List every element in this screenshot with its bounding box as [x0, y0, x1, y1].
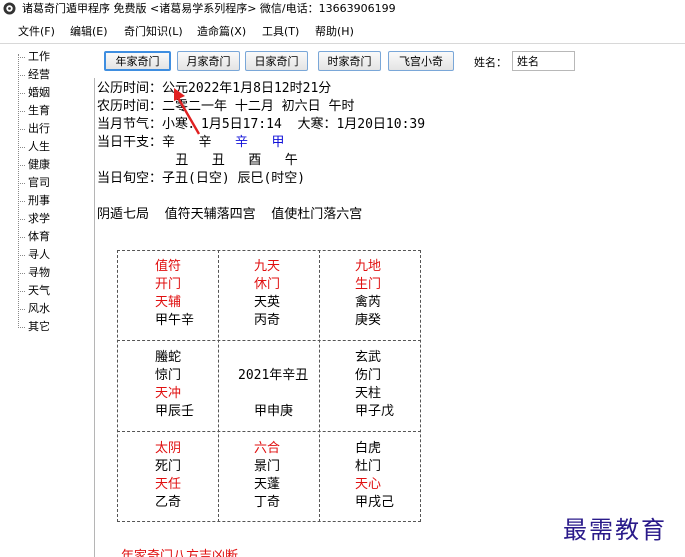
grid-border-top [117, 250, 421, 251]
window-title: 诸葛奇门遁甲程序 免费版 <诸葛易学系列程序> 微信/电话：1366390619… [22, 2, 396, 15]
palace-line: 九地 [355, 259, 382, 274]
tree-item-travel[interactable]: 出行 [18, 120, 50, 138]
palace-line: 天蓬 [254, 477, 281, 492]
palace-line: 2021年辛丑 [238, 368, 309, 383]
hour-qimen-button[interactable]: 时家奇门 [318, 51, 381, 71]
ganzhi-label: 当日干支： [97, 135, 163, 150]
palace-line: 丁奇 [254, 495, 281, 510]
tree-item-sports[interactable]: 体育 [18, 228, 50, 246]
palace-line: 天英 [254, 295, 281, 310]
category-tree: 工作 经营 婚姻 生育 出行 人生 健康 官司 刑事 求学 体育 寻人 寻物 天… [18, 48, 88, 348]
stem-hour: 甲 [271, 135, 285, 150]
branch-row: 丑 丑 酉 午 [97, 152, 298, 170]
red-arrow-annotation [174, 88, 201, 135]
day-qimen-button[interactable]: 日家奇门 [245, 51, 308, 71]
menu-tools[interactable]: 工具(T) [262, 22, 299, 42]
ju-info: 阴遁七局 值符天辅落四宫 值使杜门落六宫 [97, 207, 363, 222]
app-icon [3, 2, 16, 15]
section-heading: 年家奇门八方吉凶断 [121, 549, 239, 557]
palace-line: 甲申庚 [254, 404, 294, 419]
tree-item-health[interactable]: 健康 [18, 156, 50, 174]
tree-item-life[interactable]: 人生 [18, 138, 50, 156]
tree-item-study[interactable]: 求学 [18, 210, 50, 228]
name-input[interactable] [512, 51, 575, 71]
tree-item-find-object[interactable]: 寻物 [18, 264, 50, 282]
palace-line: 螣蛇 [155, 350, 182, 365]
palace-line: 天柱 [355, 386, 382, 401]
palace-w: 玄武 伤门 天柱 甲子戊 [355, 349, 455, 439]
palace-sw: 九地 生门 禽芮 庚癸 [355, 258, 455, 348]
name-label: 姓名： [474, 56, 507, 69]
palace-line: 天冲 [155, 386, 182, 401]
menu-edit[interactable]: 编辑(E) [70, 22, 108, 42]
palace-line: 禽芮 [355, 295, 382, 310]
xunkong: 当日旬空：子丑(日空) 辰巳(时空) [97, 171, 306, 186]
palace-nw: 白虎 杜门 天心 甲戌己 [355, 440, 455, 530]
branch-month: 丑 [211, 153, 225, 168]
palace-line: 休门 [254, 277, 281, 292]
branch-hour: 午 [284, 153, 298, 168]
branch-year: 丑 [175, 153, 189, 168]
palace-line: 庚癸 [355, 313, 382, 328]
tree-item-business[interactable]: 经营 [18, 66, 50, 84]
feigong-xiaoqi-button[interactable]: 飞宫小奇 [388, 51, 454, 71]
watermark-text: 最需教育 [563, 516, 667, 544]
palace-line: 惊门 [155, 368, 182, 383]
tree-item-criminal[interactable]: 刑事 [18, 192, 50, 210]
palace-line: 丙奇 [254, 313, 281, 328]
menu-zaoming[interactable]: 造命篇(X) [197, 22, 246, 42]
month-qimen-button[interactable]: 月家奇门 [177, 51, 240, 71]
stem-day: 辛 [235, 135, 249, 150]
palace-se: 值符 开门 天辅 甲午辛 [155, 258, 255, 348]
menu-help[interactable]: 帮助(H) [315, 22, 354, 42]
tree-item-other[interactable]: 其它 [18, 318, 50, 336]
menu-separator [0, 43, 685, 44]
palace-center: 2021年辛丑 甲申庚 [238, 349, 354, 439]
palace-e: 螣蛇 惊门 天冲 甲辰壬 [155, 349, 255, 439]
palace-line: 九天 [254, 259, 281, 274]
menu-bar: 文件(F) 编辑(E) 奇门知识(L) 造命篇(X) 工具(T) 帮助(H) [0, 22, 685, 42]
menu-knowledge[interactable]: 奇门知识(L) [124, 22, 183, 42]
palace-line: 白虎 [355, 441, 382, 456]
palace-s: 九天 休门 天英 丙奇 [254, 258, 354, 348]
grid-border-left [117, 250, 118, 522]
menu-file[interactable]: 文件(F) [18, 22, 55, 42]
tree-item-fengshui[interactable]: 风水 [18, 300, 50, 318]
palace-line: 天辅 [155, 295, 182, 310]
nine-palace-grid: 值符 开门 天辅 甲午辛 九天 休门 天英 丙奇 九地 生门 禽芮 庚癸 螣蛇 惊门 天冲 甲辰壬 2021年辛… [117, 250, 421, 522]
chart-panel: 公历时间：公元2022年1月8日12时21分 农历时间：二零二一年 十二月 初六… [94, 78, 685, 557]
solar-time: 公历时间：公元2022年1月8日12时21分 [97, 81, 332, 96]
palace-line: 甲辰壬 [155, 404, 195, 419]
year-qimen-button[interactable]: 年家奇门 [104, 51, 171, 71]
palace-n: 六合 景门 天蓬 丁奇 [254, 440, 354, 530]
palace-ne: 太阴 死门 天任 乙奇 [155, 440, 255, 530]
palace-line: 天任 [155, 477, 182, 492]
palace-line: 乙奇 [155, 495, 182, 510]
palace-line: 杜门 [355, 459, 382, 474]
palace-line: 玄武 [355, 350, 382, 365]
palace-line: 六合 [254, 441, 281, 456]
palace-line: 甲午辛 [155, 313, 195, 328]
palace-line: 甲戌己 [355, 495, 395, 510]
branch-day: 酉 [248, 153, 262, 168]
palace-line: 开门 [155, 277, 182, 292]
tree-item-find-person[interactable]: 寻人 [18, 246, 50, 264]
palace-line: 死门 [155, 459, 182, 474]
tree-item-work[interactable]: 工作 [18, 48, 50, 66]
tree-item-birth[interactable]: 生育 [18, 102, 50, 120]
lunar-time: 农历时间：二零二一年 十二月 初六日 午时 [97, 99, 355, 114]
palace-line: 甲子戊 [355, 404, 395, 419]
tree-item-weather[interactable]: 天气 [18, 282, 50, 300]
palace-line: 生门 [355, 277, 382, 292]
tree-item-marriage[interactable]: 婚姻 [18, 84, 50, 102]
title-bar: 诸葛奇门遁甲程序 免费版 <诸葛易学系列程序> 微信/电话：1366390619… [0, 0, 685, 17]
palace-line: 值符 [155, 259, 182, 274]
solar-terms: 当月节气：小寒：1月5日17:14 大寒：1月20日10:39 [97, 117, 426, 132]
palace-line: 太阴 [155, 441, 182, 456]
palace-line: 景门 [254, 459, 281, 474]
palace-line: 天心 [355, 477, 382, 492]
palace-line: 伤门 [355, 368, 382, 383]
tree-item-lawsuit[interactable]: 官司 [18, 174, 50, 192]
